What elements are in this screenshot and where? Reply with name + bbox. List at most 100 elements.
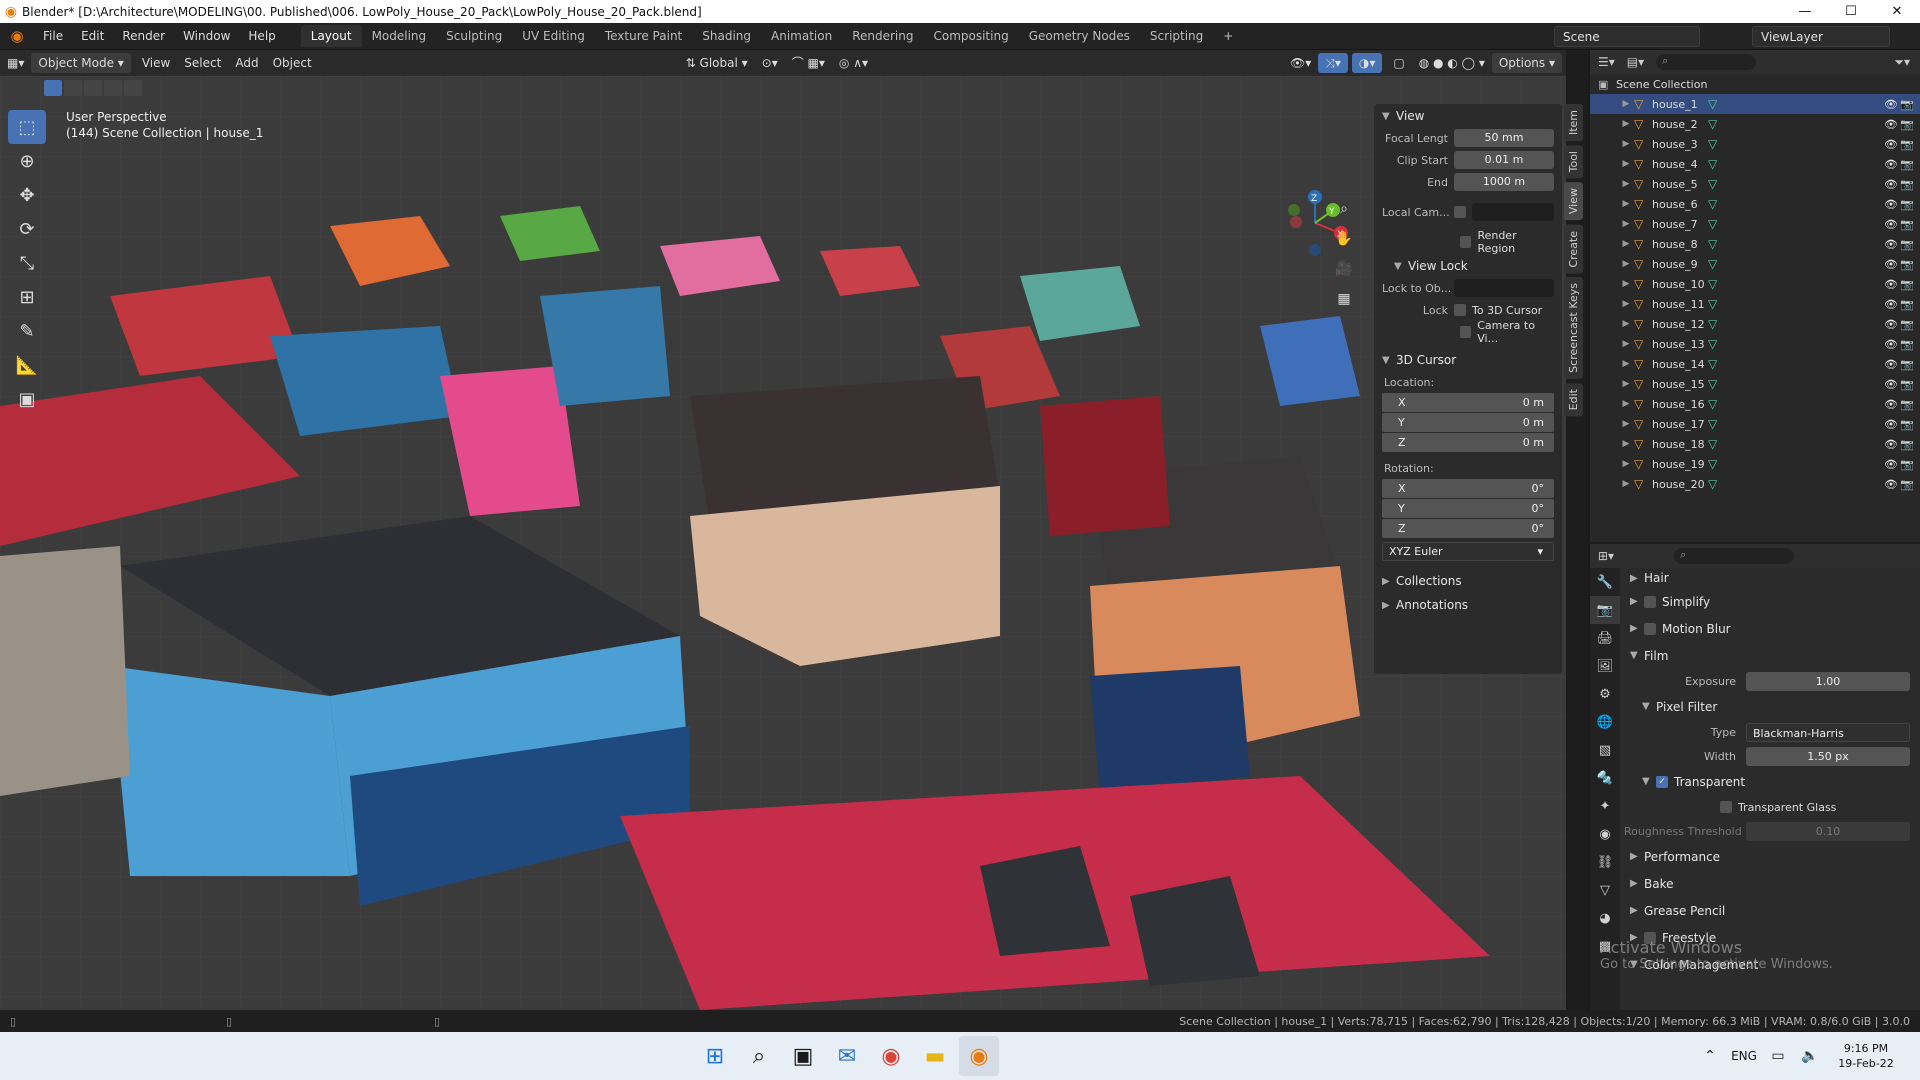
mesh-data-icon[interactable]: ▽: [1708, 437, 1717, 451]
cursor-rotation-y[interactable]: Y 0°: [1382, 499, 1554, 518]
mesh-data-icon[interactable]: ▽: [1708, 477, 1717, 491]
outliner-row[interactable]: ▶ ▽ house_3 ▽ 👁 📷: [1590, 134, 1920, 154]
eye-icon[interactable]: 👁: [1884, 158, 1898, 171]
overlay-toggle-icon[interactable]: ◑▾: [1351, 53, 1383, 73]
expand-arrow-icon[interactable]: ▶: [1618, 319, 1634, 329]
camera-icon[interactable]: 📷: [1900, 298, 1914, 311]
tab-geometry-nodes[interactable]: Geometry Nodes: [1019, 25, 1140, 47]
expand-arrow-icon[interactable]: ▶: [1618, 399, 1634, 409]
outliner-row[interactable]: ▶ ▽ house_19 ▽ 👁 📷: [1590, 454, 1920, 474]
cursor-rotation-x[interactable]: X 0°: [1382, 479, 1554, 498]
camera-icon[interactable]: 📷: [1900, 438, 1914, 451]
mesh-data-icon[interactable]: ▽: [1708, 277, 1717, 291]
constraints-icon[interactable]: ⛓: [1590, 848, 1620, 876]
scene-properties-icon[interactable]: ⚙: [1590, 680, 1620, 708]
select-extend-icon[interactable]: [64, 80, 82, 96]
expand-arrow-icon[interactable]: ▶: [1618, 379, 1634, 389]
volume-icon[interactable]: 🔈: [1796, 1036, 1824, 1076]
world-properties-icon[interactable]: 🌐: [1590, 708, 1620, 736]
menu-render[interactable]: Render: [113, 23, 174, 50]
filter-icon[interactable]: ⏷▾: [1894, 55, 1910, 70]
expand-arrow-icon[interactable]: ▶: [1618, 199, 1634, 209]
camera-icon[interactable]: 📷: [1900, 138, 1914, 151]
clip-end-field[interactable]: 1000 m: [1454, 173, 1554, 191]
simplify-section[interactable]: ▶ Simplify: [1624, 588, 1916, 615]
blender-menu-icon[interactable]: ◉: [0, 27, 34, 45]
eye-icon[interactable]: 👁: [1884, 318, 1898, 331]
mesh-data-icon[interactable]: ▽: [1708, 377, 1717, 391]
options-button[interactable]: Options ▾: [1491, 53, 1562, 73]
add-cube-tool-icon[interactable]: ▣: [8, 382, 46, 416]
3d-cursor-header[interactable]: ▼ 3D Cursor: [1374, 348, 1562, 372]
select-invert-icon[interactable]: [104, 80, 122, 96]
chevron-up-icon[interactable]: ⌃: [1696, 1036, 1724, 1076]
editor-type-icon[interactable]: ▦▾: [0, 53, 31, 73]
eye-icon[interactable]: 👁: [1884, 278, 1898, 291]
eye-icon[interactable]: 👁: [1884, 378, 1898, 391]
visibility-icon[interactable]: 👁▾: [1283, 53, 1318, 73]
mesh-data-icon[interactable]: ▽: [1708, 297, 1717, 311]
tab-edit[interactable]: Edit: [1564, 382, 1583, 417]
pivot-icon[interactable]: ⊙▾: [755, 53, 785, 73]
tab-layout[interactable]: Layout: [300, 25, 362, 47]
camera-icon[interactable]: 📷: [1900, 238, 1914, 251]
outliner-search-input[interactable]: ⌕: [1656, 54, 1757, 70]
eye-icon[interactable]: 👁: [1884, 458, 1898, 471]
tab-create[interactable]: Create: [1564, 224, 1583, 274]
cursor-location-x[interactable]: X 0 m: [1382, 393, 1554, 412]
mesh-data-icon[interactable]: ▽: [1708, 337, 1717, 351]
camera-icon[interactable]: 📷: [1900, 118, 1914, 131]
outliner-row[interactable]: ▶ ▽ house_11 ▽ 👁 📷: [1590, 294, 1920, 314]
outliner-row[interactable]: ▶ ▽ house_17 ▽ 👁 📷: [1590, 414, 1920, 434]
outliner-editor-type-icon[interactable]: ☰▾: [1598, 55, 1615, 69]
mesh-data-icon[interactable]: ▽: [1708, 217, 1717, 231]
cursor-rotation-z[interactable]: Z 0°: [1382, 519, 1554, 538]
close-button[interactable]: ✕: [1874, 0, 1920, 23]
expand-arrow-icon[interactable]: ▶: [1618, 419, 1634, 429]
viewport-menu-add[interactable]: Add: [228, 53, 265, 73]
expand-arrow-icon[interactable]: ▶: [1618, 179, 1634, 189]
outliner-row[interactable]: ▶ ▽ house_4 ▽ 👁 📷: [1590, 154, 1920, 174]
shading-modes-icon[interactable]: ◍ ● ◐ ◯ ▾: [1412, 53, 1492, 73]
transform-tool-icon[interactable]: ⊞: [8, 280, 46, 314]
mesh-data-icon[interactable]: ▽: [1708, 457, 1717, 471]
outliner-row[interactable]: ▶ ▽ house_6 ▽ 👁 📷: [1590, 194, 1920, 214]
pan-hand-icon[interactable]: ✋: [1332, 224, 1356, 254]
expand-arrow-icon[interactable]: ▶: [1618, 359, 1634, 369]
camera-icon[interactable]: 📷: [1900, 378, 1914, 391]
3d-viewport[interactable]: Z Y X User Perspective (144) Scene Colle…: [0, 76, 1566, 1010]
simplify-checkbox[interactable]: [1644, 595, 1656, 608]
display-mode-icon[interactable]: ▤▾: [1627, 55, 1644, 69]
mesh-data-icon[interactable]: ▽: [1708, 117, 1717, 131]
tab-screencast-keys[interactable]: Screencast Keys: [1564, 277, 1583, 379]
mesh-data-icon[interactable]: ▽: [1708, 397, 1717, 411]
outliner-row[interactable]: ▶ ▽ house_12 ▽ 👁 📷: [1590, 314, 1920, 334]
camera-icon[interactable]: 📷: [1900, 198, 1914, 211]
clock[interactable]: 9:16 PM 19-Feb-22: [1826, 1041, 1906, 1071]
tab-sculpting[interactable]: Sculpting: [436, 25, 512, 47]
focal-length-field[interactable]: 50 mm: [1454, 129, 1554, 147]
annotate-tool-icon[interactable]: ✎: [8, 314, 46, 348]
tab-shading[interactable]: Shading: [692, 25, 761, 47]
exposure-field[interactable]: 1.00: [1746, 671, 1910, 691]
motion-blur-checkbox[interactable]: [1644, 622, 1656, 635]
view-lock-header[interactable]: ▼ View Lock: [1374, 254, 1562, 278]
local-camera-checkbox[interactable]: [1454, 206, 1466, 218]
expand-arrow-icon[interactable]: ▶: [1618, 439, 1634, 449]
expand-arrow-icon[interactable]: ▶: [1618, 299, 1634, 309]
camera-icon[interactable]: 📷: [1900, 218, 1914, 231]
tab-modeling[interactable]: Modeling: [362, 25, 437, 47]
tab-uv-editing[interactable]: UV Editing: [512, 25, 595, 47]
mesh-data-icon[interactable]: ▽: [1708, 197, 1717, 211]
filter-type-dropdown[interactable]: Blackman-Harris: [1746, 722, 1910, 742]
expand-arrow-icon[interactable]: ▶: [1618, 139, 1634, 149]
add-workspace-button[interactable]: +: [1213, 25, 1243, 47]
outliner-row[interactable]: ▶ ▽ house_9 ▽ 👁 📷: [1590, 254, 1920, 274]
expand-arrow-icon[interactable]: ▶: [1618, 479, 1634, 489]
ortho-grid-icon[interactable]: ▦: [1332, 284, 1356, 314]
menu-window[interactable]: Window: [174, 23, 239, 50]
viewport-menu-object[interactable]: Object: [266, 53, 319, 73]
modifier-properties-icon[interactable]: 🔩: [1590, 764, 1620, 792]
mesh-data-icon[interactable]: ▽: [1708, 137, 1717, 151]
file-explorer-icon[interactable]: ▬: [915, 1036, 955, 1076]
